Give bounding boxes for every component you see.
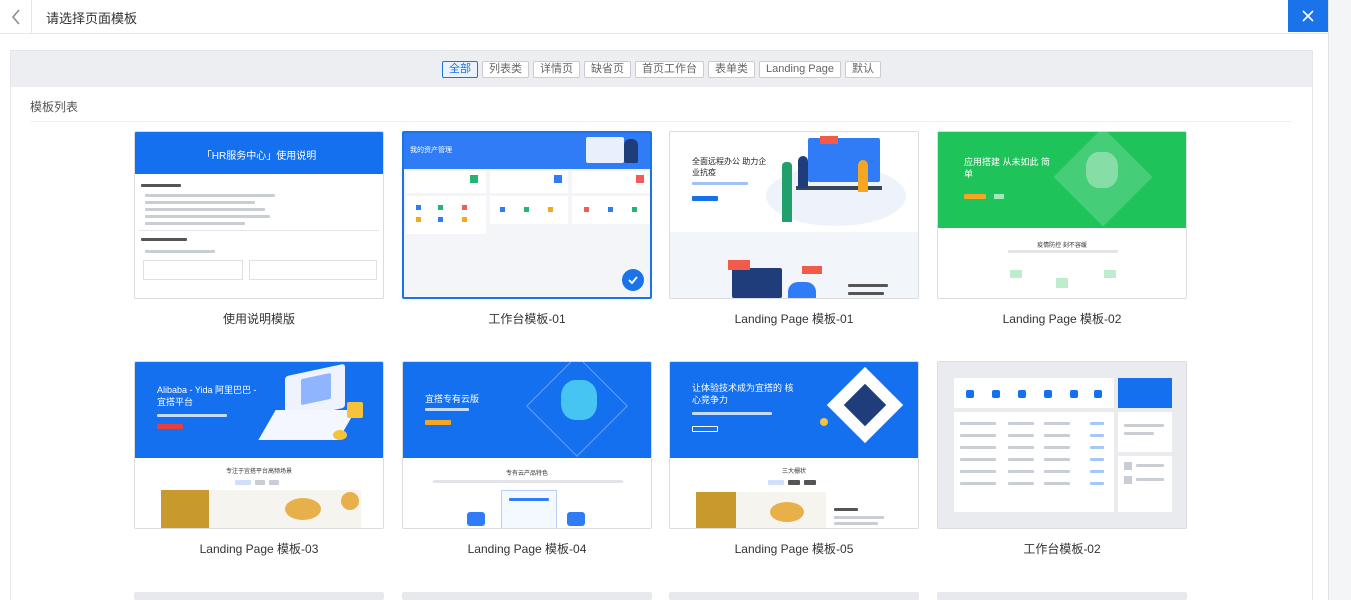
section-divider <box>30 121 1292 122</box>
template-card-landing-05[interactable]: 让体验技术成为宜搭的 核心竞争力 三大栅状 Landing Page 模板-05 <box>669 361 919 557</box>
close-icon <box>1302 10 1314 22</box>
thumb-title: 我的资产管理 <box>410 147 452 154</box>
template-card-landing-02[interactable]: 应用搭建 从未如此 简单 疫情防控 刻不容缓 Landing Page 模板-0… <box>937 131 1187 327</box>
template-thumbnail: 应用搭建 从未如此 简单 疫情防控 刻不容缓 <box>937 131 1187 299</box>
tab-detail[interactable]: 详情页 <box>533 60 581 78</box>
template-card-partial[interactable] <box>669 592 919 600</box>
template-card-workbench-01[interactable]: 我的资产管理 工作台模板-01 <box>402 131 652 327</box>
section-title: 模板列表 <box>30 100 79 114</box>
template-thumbnail: 我的资产管理 <box>402 131 652 299</box>
thumb-subtitle: 疫情防控 刻不容缓 <box>1037 243 1087 249</box>
tab-landing-page[interactable]: Landing Page <box>759 60 841 78</box>
template-card-landing-04[interactable]: 宜搭专有云版 专有云产品特色 Landing Page 模板-04 <box>402 361 652 557</box>
check-circle-icon <box>622 269 644 291</box>
thumb-subtitle: 专注于宜搭平台高频场景 <box>225 469 292 475</box>
template-thumbnail: Alibaba - Yida 阿里巴巴 - 宜搭平台 专注于宜搭平台高频场景 <box>134 361 384 529</box>
close-button[interactable] <box>1288 0 1328 32</box>
template-name: 工作台模板-01 <box>488 312 566 326</box>
modal-header: 请选择页面模板 <box>0 0 1328 34</box>
tab-all[interactable]: 全部 <box>442 60 479 78</box>
tab-workbench[interactable]: 首页工作台 <box>635 60 705 78</box>
template-card-partial[interactable] <box>937 592 1187 600</box>
template-name: Landing Page 模板-03 <box>199 542 319 556</box>
category-tabs: 全部 列表类 详情页 缺省页 首页工作台 表单类 Landing Page 默认 <box>11 51 1312 87</box>
thumb-subtitle: 三大栅状 <box>781 469 806 475</box>
template-card-usage[interactable]: 「HR服务中心」使用说明 使用说明模版 <box>134 131 384 327</box>
template-thumbnail <box>937 361 1187 529</box>
template-picker-modal: 请选择页面模板 全部 列表类 详情页 缺省页 首页工作台 表单类 Landing… <box>0 0 1328 600</box>
page-title: 请选择页面模板 <box>46 11 138 26</box>
tab-form[interactable]: 表单类 <box>708 60 756 78</box>
template-name: Landing Page 模板-02 <box>1002 312 1122 326</box>
template-thumbnail: 宜搭专有云版 专有云产品特色 <box>402 361 652 529</box>
template-name: Landing Page 模板-04 <box>467 542 587 556</box>
template-card-workbench-02[interactable]: 工作台模板-02 <box>937 361 1187 557</box>
template-thumbnail: 让体验技术成为宜搭的 核心竞争力 三大栅状 <box>669 361 919 529</box>
thumb-title: 应用搭建 从未如此 简单 <box>964 157 1051 179</box>
template-thumbnail: 「HR服务中心」使用说明 <box>134 131 384 299</box>
template-card-partial[interactable] <box>134 592 384 600</box>
tab-default[interactable]: 默认 <box>844 60 881 78</box>
thumb-title: Alibaba - Yida 阿里巴巴 - 宜搭平台 <box>157 385 257 407</box>
template-name: 使用说明模版 <box>222 312 295 326</box>
thumb-title: 全面远程办公 助力企业抗疫 <box>692 157 767 177</box>
template-name: Landing Page 模板-05 <box>734 542 854 556</box>
thumb-title: 让体验技术成为宜搭的 核心竞争力 <box>692 383 794 405</box>
thumb-title: 宜搭专有云版 <box>425 394 480 404</box>
tab-list[interactable]: 列表类 <box>482 60 530 78</box>
template-card-landing-03[interactable]: Alibaba - Yida 阿里巴巴 - 宜搭平台 专注于宜搭平台高频场景 L… <box>134 361 384 557</box>
template-thumbnail: 全面远程办公 助力企业抗疫 <box>669 131 919 299</box>
template-name: Landing Page 模板-01 <box>734 312 854 326</box>
back-button[interactable] <box>0 0 32 34</box>
chevron-left-icon <box>11 9 20 25</box>
thumb-subtitle: 专有云产品特色 <box>505 471 548 477</box>
template-card-landing-01[interactable]: 全面远程办公 助力企业抗疫 Landing Page 模板-01 <box>669 131 919 327</box>
template-card-partial[interactable] <box>402 592 652 600</box>
background-edge <box>1328 0 1351 600</box>
thumb-title: 「HR服务中心」使用说明 <box>201 151 317 162</box>
template-name: 工作台模板-02 <box>1023 542 1101 556</box>
tab-empty[interactable]: 缺省页 <box>584 60 632 78</box>
